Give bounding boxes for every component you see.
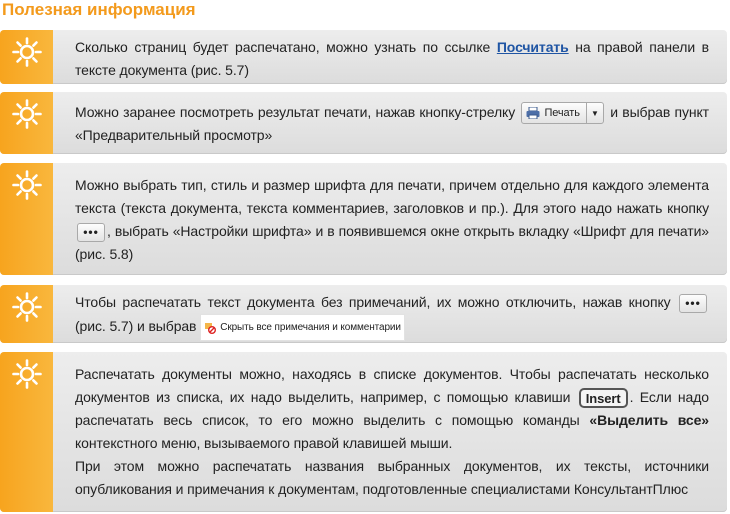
tip-text-part: Сколько страниц будет распечатано, можно… — [75, 39, 497, 55]
tip-icon-cell — [0, 30, 53, 84]
sun-icon — [11, 292, 42, 322]
sun-icon — [11, 37, 42, 67]
select-all-command: «Выделить все» — [589, 412, 709, 428]
dropdown-arrow-icon[interactable]: ▼ — [585, 103, 603, 124]
tip-text-part: Чтобы распечатать текст документа без пр… — [75, 294, 677, 310]
tip-card-5: Распечатать документы можно, находясь в … — [0, 352, 727, 512]
tip-text: Распечатать документы можно, находясь в … — [53, 352, 727, 512]
print-button-main[interactable]: Печать — [522, 102, 585, 125]
printer-icon — [526, 107, 540, 120]
tip-icon-cell — [0, 285, 53, 343]
print-button[interactable]: Печать ▼ — [521, 102, 604, 125]
sun-icon — [11, 359, 42, 389]
tip-text-part: Можно выбрать тип, стиль и размер шрифта… — [75, 177, 709, 216]
tip-text-part: , выбрать «Настройки шрифта» и в появивш… — [75, 223, 709, 262]
tip-icon-cell — [0, 92, 53, 154]
print-button-label: Печать — [544, 106, 580, 119]
hide-comments-icon — [205, 322, 217, 334]
insert-key: Insert — [578, 388, 628, 409]
tip-text: Чтобы распечатать текст документа без пр… — [53, 285, 727, 343]
tip-card-2: Можно заранее посмотреть результат печат… — [0, 92, 727, 154]
tip-text: Можно выбрать тип, стиль и размер шрифта… — [53, 163, 727, 275]
page-title: Полезная информация — [2, 0, 196, 19]
tip-card-3: Можно выбрать тип, стиль и размер шрифта… — [0, 163, 727, 275]
sun-icon — [11, 99, 42, 129]
tip-text: Сколько страниц будет распечатано, можно… — [53, 30, 727, 84]
useful-info-page: Полезная информация Сколько страниц буде… — [0, 0, 730, 514]
tip-text-part: контекстного меню, вызываемого правой кл… — [75, 435, 453, 451]
more-options-button[interactable]: ••• — [77, 222, 105, 242]
tip-card-4: Чтобы распечатать текст документа без пр… — [0, 285, 727, 343]
tip-card-1: Сколько страниц будет распечатано, можно… — [0, 30, 727, 84]
tip-text: Можно заранее посмотреть результат печат… — [53, 92, 727, 154]
count-pages-link[interactable]: Посчитать — [497, 39, 569, 55]
hide-comments-menu-item[interactable]: Скрыть все примечания и комментарии — [200, 314, 405, 341]
tip-icon-cell — [0, 163, 53, 275]
tip-text-part: Можно заранее посмотреть результат печат… — [75, 104, 520, 120]
menu-item-label: Скрыть все примечания и комментарии — [220, 322, 401, 333]
tip-text-part: (рис. 5.7) и выбрав — [75, 318, 201, 335]
sun-icon — [11, 170, 42, 200]
tip-text-part: При этом можно распечатать названия выбр… — [75, 458, 709, 497]
more-options-button[interactable]: ••• — [679, 293, 707, 313]
tip-icon-cell — [0, 352, 53, 512]
